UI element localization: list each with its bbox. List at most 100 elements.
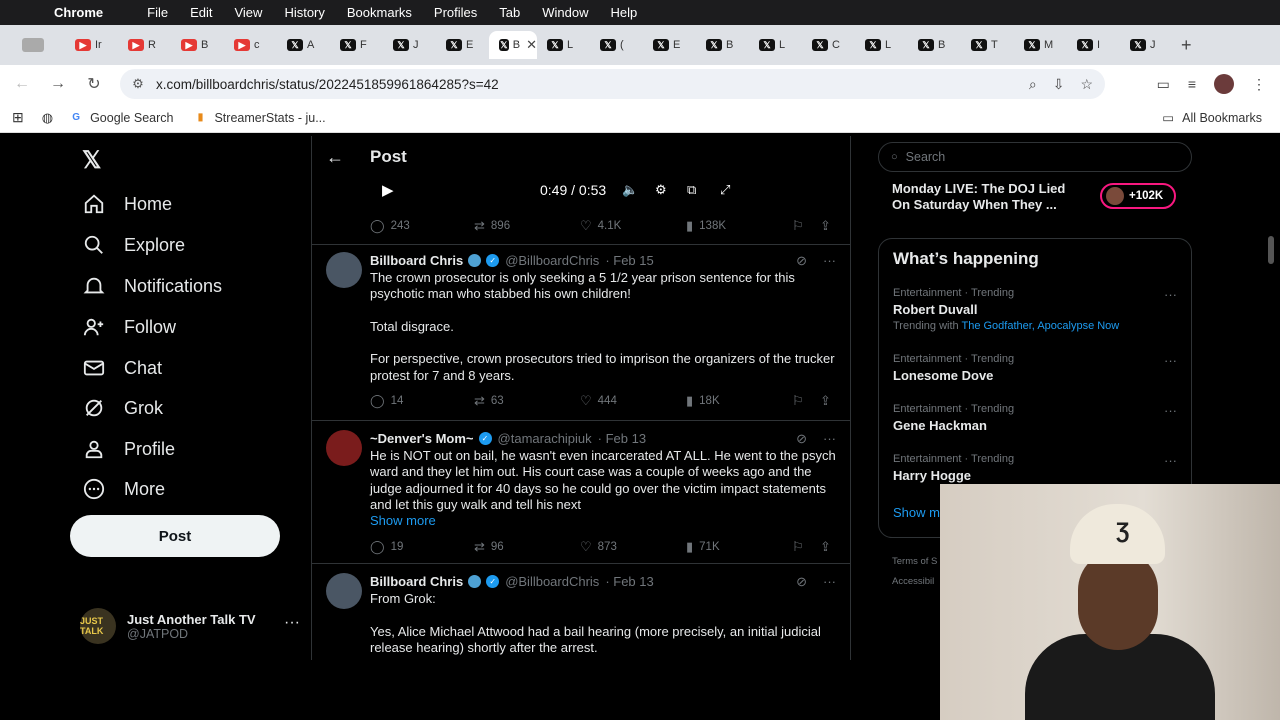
reply-button[interactable]: ◯ 243 — [370, 218, 410, 234]
more-dots-icon[interactable]: ··· — [1164, 403, 1177, 418]
browser-tab[interactable]: 𝕏B — [908, 31, 961, 59]
tweet-date[interactable]: · Feb 13 — [605, 574, 653, 589]
bookmark-google-search[interactable]: G Google Search — [69, 111, 173, 125]
grok-icon[interactable]: ⊘ — [796, 431, 807, 447]
reload-icon[interactable]: ↻ — [76, 74, 112, 94]
author-name[interactable]: ~Denver's Mom~ — [370, 431, 474, 446]
bookmark-star-icon[interactable]: ☆ — [1080, 76, 1093, 93]
repost-button[interactable]: ⇄ 63 — [474, 393, 504, 409]
bookmark-streamerstats[interactable]: ▮ StreamerStats - ju... — [193, 111, 326, 125]
trend-item[interactable]: Entertainment · Trending Gene Hackman ··… — [893, 403, 1183, 433]
more-dots-icon[interactable]: ··· — [823, 431, 836, 447]
forward-arrow-icon[interactable]: → — [40, 75, 76, 93]
address-url[interactable]: x.com/billboardchris/status/202245185996… — [156, 77, 499, 92]
back-arrow-icon[interactable]: ← — [4, 75, 40, 93]
browser-tab[interactable]: 𝕏L — [855, 31, 908, 59]
post-button[interactable]: Post — [70, 515, 280, 557]
avatar[interactable] — [326, 573, 362, 609]
like-button[interactable]: ♡ 873 — [580, 539, 617, 555]
zoom-icon[interactable]: ⌕ — [1029, 76, 1037, 93]
menu-history[interactable]: History — [284, 5, 324, 20]
trend-item[interactable]: Entertainment · Trending Harry Hogge ··· — [893, 453, 1183, 483]
menu-file[interactable]: File — [147, 5, 168, 20]
show-more-link[interactable]: Show more — [370, 513, 436, 528]
nav-follow[interactable]: Follow — [82, 315, 176, 339]
more-dots-icon[interactable]: ··· — [823, 574, 836, 590]
apps-grid-icon[interactable]: ⊞ — [12, 109, 24, 126]
like-button[interactable]: ♡ 4.1K — [580, 218, 621, 234]
browser-tab[interactable]: 𝕏E — [436, 31, 489, 59]
chrome-menu-icon[interactable]: ⋮ — [1252, 76, 1266, 93]
share-button[interactable]: ⇪ — [820, 393, 837, 409]
all-bookmarks[interactable]: ▭ All Bookmarks — [1162, 110, 1262, 126]
browser-tab[interactable]: 𝕏L — [537, 31, 590, 59]
browser-tab[interactable]: 𝕏M — [1014, 31, 1067, 59]
author-name[interactable]: Billboard Chris — [370, 574, 463, 589]
browser-tab[interactable]: ▶ R — [118, 31, 171, 59]
x-logo-icon[interactable]: 𝕏 — [82, 146, 101, 175]
browser-tab[interactable]: 𝕏L — [749, 31, 802, 59]
more-dots-icon[interactable]: ··· — [1164, 287, 1177, 302]
browser-tab[interactable]: 𝕏E — [643, 31, 696, 59]
media-control-icon[interactable]: ≡ — [1188, 76, 1196, 92]
repost-button[interactable]: ⇄ 896 — [474, 218, 510, 234]
profile-avatar[interactable] — [1214, 74, 1234, 94]
trend-related-links[interactable]: The Godfather, Apocalypse Now — [961, 320, 1119, 332]
reply-button[interactable]: ◯ 14 — [370, 393, 403, 409]
close-tab-icon[interactable]: ✕ — [526, 37, 537, 53]
cast-icon[interactable]: ▭ — [1157, 76, 1170, 93]
browser-tab[interactable]: ▶ B — [171, 31, 224, 59]
bookmark-button[interactable]: ⚐ — [792, 539, 810, 555]
browser-tab[interactable]: 𝕏J — [1120, 31, 1173, 59]
author-handle[interactable]: @tamarachipiuk — [498, 431, 592, 446]
nav-notifications[interactable]: Notifications — [82, 274, 222, 298]
play-icon[interactable]: ▶ — [382, 181, 394, 199]
show-more-link[interactable]: Show m — [893, 505, 940, 520]
views-button[interactable]: ▮ 18K — [686, 393, 720, 409]
menu-window[interactable]: Window — [542, 5, 588, 20]
browser-tab[interactable]: 𝕏C — [802, 31, 855, 59]
terms-link[interactable]: Terms of S — [892, 552, 937, 572]
author-handle[interactable]: @BillboardChris — [505, 253, 599, 268]
nav-home[interactable]: Home — [82, 192, 172, 216]
new-tab-icon[interactable]: + — [1181, 35, 1192, 56]
browser-tab[interactable]: 𝕏 B ✕ — [489, 31, 537, 59]
browser-tab[interactable]: 𝕏I — [1067, 31, 1120, 59]
nav-more[interactable]: More — [82, 477, 165, 501]
share-button[interactable]: ⇪ — [820, 539, 837, 555]
repost-button[interactable]: ⇄ 96 — [474, 539, 504, 555]
menu-view[interactable]: View — [234, 5, 262, 20]
nav-explore[interactable]: Explore — [82, 233, 185, 257]
share-button[interactable]: ⇪ — [820, 218, 837, 234]
pip-icon[interactable]: ⧉ — [687, 182, 696, 198]
author-name[interactable]: Billboard Chris — [370, 253, 463, 268]
install-app-icon[interactable]: ⇩ — [1053, 76, 1065, 93]
avatar[interactable] — [326, 430, 362, 466]
avatar[interactable] — [326, 252, 362, 288]
browser-tab[interactable]: 𝕏A — [277, 31, 330, 59]
site-settings-icon[interactable]: ⚙ — [120, 76, 156, 92]
live-event-card[interactable]: Monday LIVE: The DOJ Lied On Saturday Wh… — [892, 181, 1192, 221]
menu-edit[interactable]: Edit — [190, 5, 212, 20]
tweet-date[interactable]: · Feb 15 — [605, 253, 653, 268]
trend-item[interactable]: Entertainment · Trending Lonesome Dove ·… — [893, 353, 1183, 383]
more-dots-icon[interactable]: ··· — [1164, 353, 1177, 368]
like-button[interactable]: ♡ 444 — [580, 393, 617, 409]
menu-app-name[interactable]: Chrome — [54, 5, 103, 20]
browser-tab[interactable]: ▶ Ir — [65, 31, 118, 59]
fullscreen-icon[interactable]: ⤢ — [720, 182, 730, 198]
nav-grok[interactable]: Grok — [82, 396, 163, 420]
more-dots-icon[interactable]: ··· — [823, 253, 836, 269]
browser-tab[interactable]: 𝕏( — [590, 31, 643, 59]
search-input[interactable]: ○ Search — [878, 142, 1192, 172]
page-scrollbar[interactable] — [1268, 236, 1274, 264]
menu-bookmarks[interactable]: Bookmarks — [347, 5, 412, 20]
menu-profiles[interactable]: Profiles — [434, 5, 477, 20]
bookmark-button[interactable]: ⚐ — [792, 393, 810, 409]
bookmark-button[interactable]: ⚐ — [792, 218, 810, 234]
account-switcher[interactable]: JUST TALK Just Another Talk TV @JATPOD ·… — [80, 606, 300, 646]
more-dots-icon[interactable]: ··· — [284, 614, 300, 632]
trend-item[interactable]: Entertainment · Trending Robert Duvall T… — [893, 287, 1183, 332]
globe-icon[interactable]: ◍ — [42, 110, 53, 126]
browser-tab[interactable] — [12, 31, 65, 59]
